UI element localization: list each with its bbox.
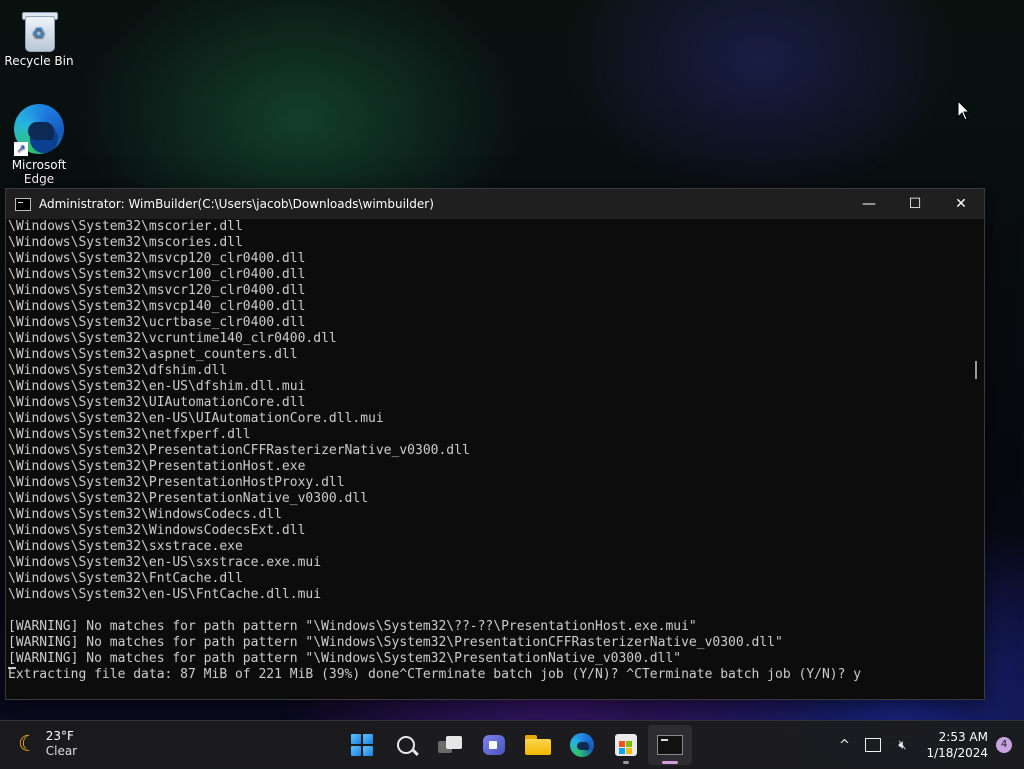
console-line: \Windows\System32\en-US\UIAutomationCore…	[8, 411, 384, 426]
volume-muted-icon[interactable]: 🔇︎	[888, 738, 916, 753]
maximize-button[interactable]: ☐	[892, 189, 938, 219]
console-line: [WARNING] No matches for path pattern "\…	[8, 651, 682, 666]
search-button[interactable]	[384, 725, 428, 765]
file-explorer-button[interactable]	[516, 725, 560, 765]
folder-icon	[525, 735, 551, 755]
console-line: \Windows\System32\PresentationHost.exe	[8, 459, 306, 474]
scrollbar-thumb[interactable]	[975, 361, 977, 379]
search-icon	[397, 736, 415, 754]
desktop-icon-label: Recycle Bin	[4, 54, 74, 68]
weather-temperature: 23°F	[45, 729, 74, 743]
console-line: \Windows\System32\WindowsCodecsExt.dll	[8, 523, 306, 538]
console-line: \Windows\System32\sxstrace.exe	[8, 539, 243, 554]
windows-start-icon	[351, 734, 373, 756]
terminal-icon	[657, 735, 683, 755]
console-line: \Windows\System32\vcruntime140_clr0400.d…	[8, 331, 337, 346]
console-line: \Windows\System32\msvcr120_clr0400.dll	[8, 283, 306, 298]
edge-icon: ↗	[14, 104, 64, 156]
notification-badge[interactable]: 4	[996, 737, 1012, 753]
command-prompt-icon	[15, 197, 31, 211]
console-line: \Windows\System32\en-US\sxstrace.exe.mui	[8, 555, 322, 570]
console-line: \Windows\System32\mscorier.dll	[8, 219, 243, 234]
edge-icon	[570, 733, 594, 757]
running-indicator	[623, 761, 629, 764]
network-icon[interactable]	[865, 738, 882, 752]
shortcut-arrow-icon: ↗	[14, 142, 28, 156]
console-line: \Windows\System32\en-US\FntCache.dll.mui	[8, 587, 322, 602]
console-line: \Windows\System32\msvcp120_clr0400.dll	[8, 251, 306, 266]
window-titlebar[interactable]: Administrator: WimBuilder(C:\Users\jacob…	[6, 189, 984, 219]
start-button[interactable]	[340, 725, 384, 765]
console-line: \Windows\System32\FntCache.dll	[8, 571, 243, 586]
console-line: \Windows\System32\PresentationHostProxy.…	[8, 475, 345, 490]
console-line: \Windows\System32\dfshim.dll	[8, 363, 228, 378]
console-line: \Windows\System32\en-US\dfshim.dll.mui	[8, 379, 306, 394]
task-view-icon	[438, 736, 462, 754]
weather-widget[interactable]: ☾ 23°F Clear	[18, 729, 77, 759]
store-icon	[615, 734, 637, 756]
desktop-icon-edge[interactable]: ↗ Microsoft Edge	[4, 104, 74, 186]
console-line: \Windows\System32\msvcp140_clr0400.dll	[8, 299, 306, 314]
console-line: \Windows\System32\ucrtbase_clr0400.dll	[8, 315, 306, 330]
console-line: \Windows\System32\aspnet_counters.dll	[8, 347, 298, 362]
edge-button[interactable]	[560, 725, 604, 765]
console-line: \Windows\System32\msvcr100_clr0400.dll	[8, 267, 306, 282]
teams-chat-icon	[483, 735, 505, 755]
terminal-button[interactable]	[648, 725, 692, 765]
console-line: Extracting file data: 87 MiB of 221 MiB …	[8, 667, 862, 682]
desktop-icon-recycle-bin[interactable]: ♻ Recycle Bin	[4, 10, 74, 68]
weather-condition: Clear	[45, 744, 78, 758]
console-line: \Windows\System32\mscories.dll	[8, 235, 243, 250]
console-output[interactable]: \Windows\System32\mscorier.dll \Windows\S…	[6, 219, 970, 699]
console-line: [WARNING] No matches for path pattern "\…	[8, 635, 783, 650]
console-line: \Windows\System32\netfxperf.dll	[8, 427, 251, 442]
clock-date: 1/18/2024	[926, 746, 988, 760]
mouse-pointer-icon	[957, 100, 971, 121]
minimize-button[interactable]: —	[846, 189, 892, 219]
close-button[interactable]: ✕	[938, 189, 984, 219]
active-indicator	[662, 761, 678, 764]
console-line: \Windows\System32\UIAutomationCore.dll	[8, 395, 306, 410]
console-line: \Windows\System32\WindowsCodecs.dll	[8, 507, 282, 522]
console-line: \Windows\System32\PresentationCFFRasteri…	[8, 443, 470, 458]
console-line: \Windows\System32\PresentationNative_v03…	[8, 491, 369, 506]
moon-icon: ☾	[18, 731, 38, 757]
recycle-bin-icon: ♻	[22, 10, 58, 52]
task-view-button[interactable]	[428, 725, 472, 765]
console-scrollbar[interactable]	[970, 219, 984, 699]
store-button[interactable]	[604, 725, 648, 765]
clock-time: 2:53 AM	[938, 730, 988, 744]
chat-button[interactable]	[472, 725, 516, 765]
console-window[interactable]: Administrator: WimBuilder(C:\Users\jacob…	[5, 188, 985, 700]
taskbar-apps	[340, 725, 692, 765]
window-title: Administrator: WimBuilder(C:\Users\jacob…	[39, 197, 434, 211]
desktop-icon-label: Microsoft Edge	[11, 158, 67, 186]
taskbar: ☾ 23°F Clear ^ 🔇︎ 2:53 AM 1/18/2024 4	[0, 720, 1024, 769]
system-tray: ^ 🔇︎ 2:53 AM 1/18/2024 4	[830, 721, 1024, 769]
console-line: [WARNING] No matches for path pattern "\…	[8, 619, 697, 634]
text-cursor	[8, 667, 16, 669]
show-hidden-icons-button[interactable]: ^	[830, 738, 858, 753]
clock[interactable]: 2:53 AM 1/18/2024	[926, 729, 988, 761]
